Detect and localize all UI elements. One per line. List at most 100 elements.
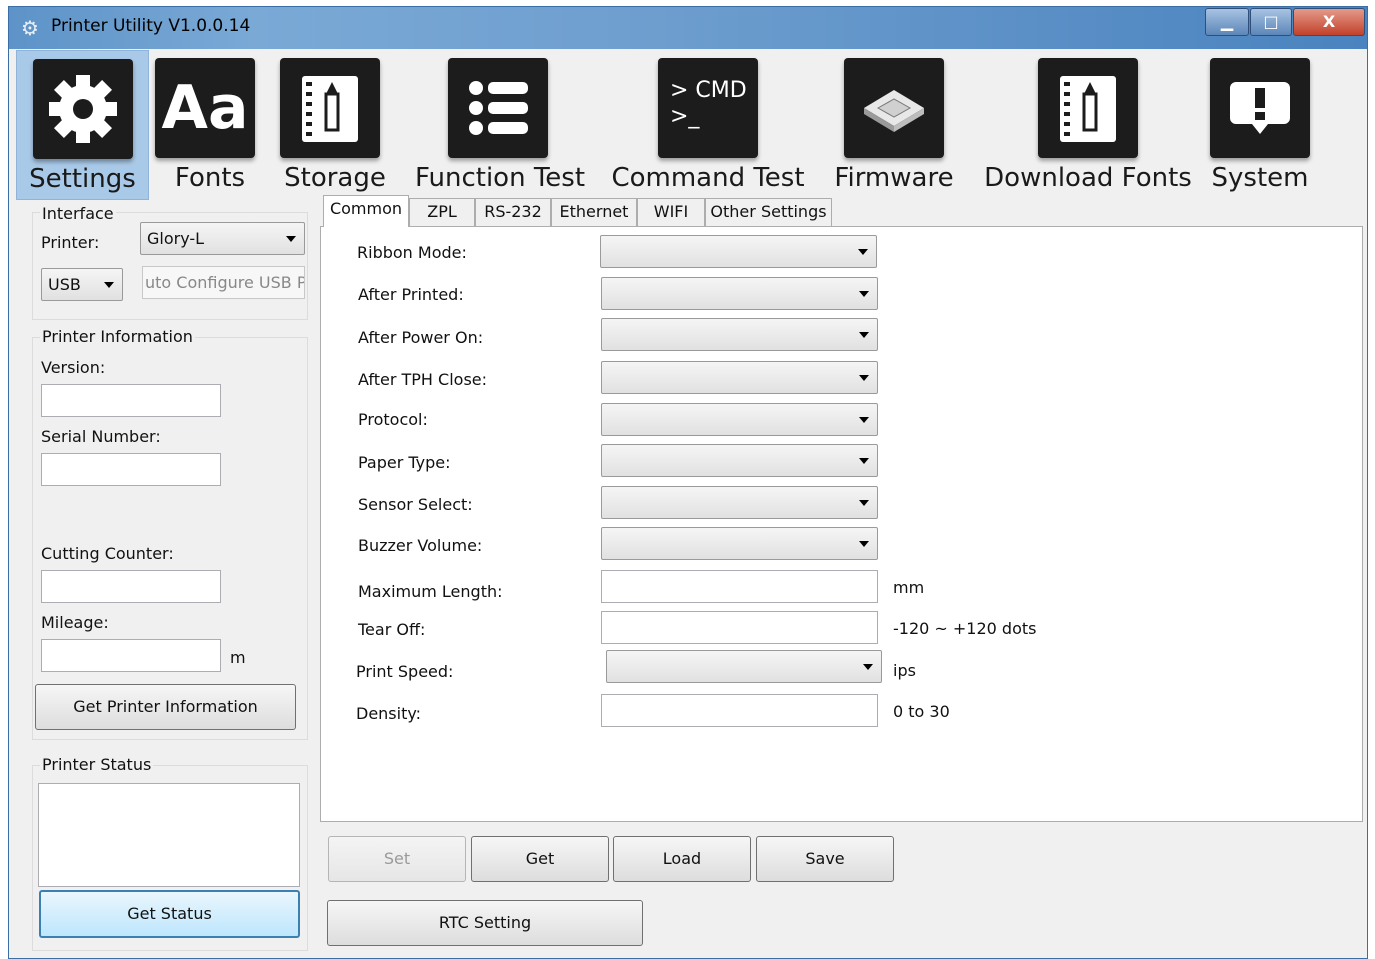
toolbar-label: System bbox=[1211, 163, 1309, 193]
rtc-setting-button[interactable]: RTC Setting bbox=[327, 900, 643, 946]
chevron-down-icon bbox=[863, 664, 873, 670]
gear-icon bbox=[33, 59, 133, 159]
get-printer-information-button[interactable]: Get Printer Information bbox=[35, 684, 296, 730]
toolbar-label: Command Test bbox=[611, 163, 805, 193]
tear-off-label: Tear Off: bbox=[358, 620, 426, 639]
density-unit: 0 to 30 bbox=[893, 702, 950, 721]
printer-info-title: Printer Information bbox=[40, 327, 195, 346]
toolbar-fonts[interactable]: Aa Fonts bbox=[150, 50, 270, 200]
notebook-icon bbox=[1038, 58, 1138, 158]
version-field[interactable] bbox=[41, 384, 221, 417]
print-speed-select[interactable] bbox=[606, 650, 882, 683]
after-tph-close-label: After TPH Close: bbox=[358, 370, 488, 389]
printer-status-textarea[interactable] bbox=[38, 783, 300, 887]
toolbar-label: Settings bbox=[29, 164, 136, 194]
get-status-button[interactable]: Get Status bbox=[39, 890, 300, 938]
maximum-length-unit: mm bbox=[893, 578, 925, 597]
toolbar-command-test[interactable]: > CMD >_ Command Test bbox=[600, 50, 816, 200]
chevron-down-icon bbox=[286, 236, 296, 242]
chevron-down-icon bbox=[859, 375, 869, 381]
close-button[interactable]: X bbox=[1293, 8, 1365, 36]
mileage-label: Mileage: bbox=[41, 613, 109, 632]
ribbon-mode-label: Ribbon Mode: bbox=[357, 243, 467, 262]
tab-ethernet[interactable]: Ethernet bbox=[551, 198, 637, 226]
sensor-select-label: Sensor Select: bbox=[358, 495, 473, 514]
toolbar-label: Firmware bbox=[834, 163, 954, 193]
print-speed-label: Print Speed: bbox=[356, 662, 454, 681]
list-icon bbox=[448, 58, 548, 158]
set-button[interactable]: Set bbox=[328, 836, 466, 882]
notebook-icon bbox=[280, 58, 380, 158]
chip-icon bbox=[844, 58, 944, 158]
tab-other-settings[interactable]: Other Settings bbox=[705, 198, 832, 226]
common-tab-panel: Ribbon Mode: After Printed: After Power … bbox=[320, 226, 1363, 822]
printer-status-title: Printer Status bbox=[40, 755, 154, 774]
buzzer-volume-select[interactable] bbox=[601, 527, 878, 560]
title-bar[interactable]: ⚙ Printer Utility V1.0.0.14 ▁ □ X bbox=[9, 7, 1367, 49]
cmd-icon: > CMD >_ bbox=[658, 58, 758, 158]
tab-rs-232[interactable]: RS-232 bbox=[475, 198, 551, 226]
tab-common[interactable]: Common bbox=[323, 195, 409, 227]
chevron-down-icon bbox=[859, 500, 869, 506]
save-button[interactable]: Save bbox=[756, 836, 894, 882]
toolbar-label: Download Fonts bbox=[984, 163, 1192, 193]
toolbar-storage[interactable]: Storage bbox=[270, 50, 400, 200]
font-icon: Aa bbox=[155, 58, 255, 158]
density-field[interactable] bbox=[601, 694, 878, 727]
mileage-field[interactable] bbox=[41, 639, 221, 672]
chevron-down-icon bbox=[104, 282, 114, 288]
get-button[interactable]: Get bbox=[471, 836, 609, 882]
sensor-select-select[interactable] bbox=[601, 486, 878, 519]
tab-zpl[interactable]: ZPL bbox=[409, 198, 475, 226]
cutting-counter-label: Cutting Counter: bbox=[41, 544, 174, 563]
buzzer-volume-label: Buzzer Volume: bbox=[358, 536, 483, 555]
ribbon-mode-select[interactable] bbox=[600, 235, 877, 268]
tear-off-field[interactable] bbox=[601, 611, 878, 644]
toolbar-settings[interactable]: Settings bbox=[16, 50, 149, 200]
protocol-label: Protocol: bbox=[358, 410, 428, 429]
port-config-field: uto Configure USB Po bbox=[142, 266, 305, 299]
toolbar-system[interactable]: System bbox=[1206, 50, 1314, 200]
toolbar-download-fonts[interactable]: Download Fonts bbox=[972, 50, 1204, 200]
cutting-counter-field[interactable] bbox=[41, 570, 221, 603]
window-controls: ▁ □ X bbox=[1204, 8, 1365, 36]
left-panel: Interface Printer: Glory-L USB uto Confi… bbox=[10, 196, 310, 953]
tab-wifi[interactable]: WIFI bbox=[637, 198, 705, 226]
toolbar-label: Fonts bbox=[174, 163, 246, 193]
serial-number-label: Serial Number: bbox=[41, 427, 161, 446]
after-power-on-label: After Power On: bbox=[358, 328, 484, 347]
tear-off-unit: -120 ~ +120 dots bbox=[893, 619, 1037, 638]
alert-icon bbox=[1210, 58, 1310, 158]
interface-title: Interface bbox=[40, 204, 116, 223]
toolbar-label: Function Test bbox=[414, 163, 586, 193]
maximum-length-field[interactable] bbox=[601, 570, 878, 603]
version-label: Version: bbox=[41, 358, 106, 377]
chevron-down-icon bbox=[859, 332, 869, 338]
chevron-down-icon bbox=[859, 458, 869, 464]
paper-type-label: Paper Type: bbox=[358, 453, 451, 472]
chevron-down-icon bbox=[859, 417, 869, 423]
window-title: Printer Utility V1.0.0.14 bbox=[51, 16, 251, 36]
after-tph-close-select[interactable] bbox=[601, 361, 878, 394]
chevron-down-icon bbox=[859, 541, 869, 547]
toolbar-label: Storage bbox=[284, 163, 386, 193]
protocol-select[interactable] bbox=[601, 403, 878, 436]
port-select[interactable]: USB bbox=[41, 268, 123, 301]
after-printed-select[interactable] bbox=[601, 277, 878, 310]
printer-select[interactable]: Glory-L bbox=[140, 222, 305, 255]
maximize-button[interactable]: □ bbox=[1250, 8, 1292, 36]
printer-label: Printer: bbox=[41, 233, 100, 252]
toolbar-function-test[interactable]: Function Test bbox=[402, 50, 598, 200]
paper-type-select[interactable] bbox=[601, 444, 878, 477]
maximum-length-label: Maximum Length: bbox=[358, 582, 503, 601]
density-label: Density: bbox=[356, 704, 422, 723]
toolbar-firmware[interactable]: Firmware bbox=[820, 50, 968, 200]
mileage-unit: m bbox=[230, 648, 246, 667]
after-printed-label: After Printed: bbox=[358, 285, 464, 304]
minimize-button[interactable]: ▁ bbox=[1205, 8, 1249, 36]
app-gear-icon: ⚙ bbox=[21, 16, 39, 40]
load-button[interactable]: Load bbox=[613, 836, 751, 882]
chevron-down-icon bbox=[859, 291, 869, 297]
serial-number-field[interactable] bbox=[41, 453, 221, 486]
after-power-on-select[interactable] bbox=[601, 318, 878, 351]
